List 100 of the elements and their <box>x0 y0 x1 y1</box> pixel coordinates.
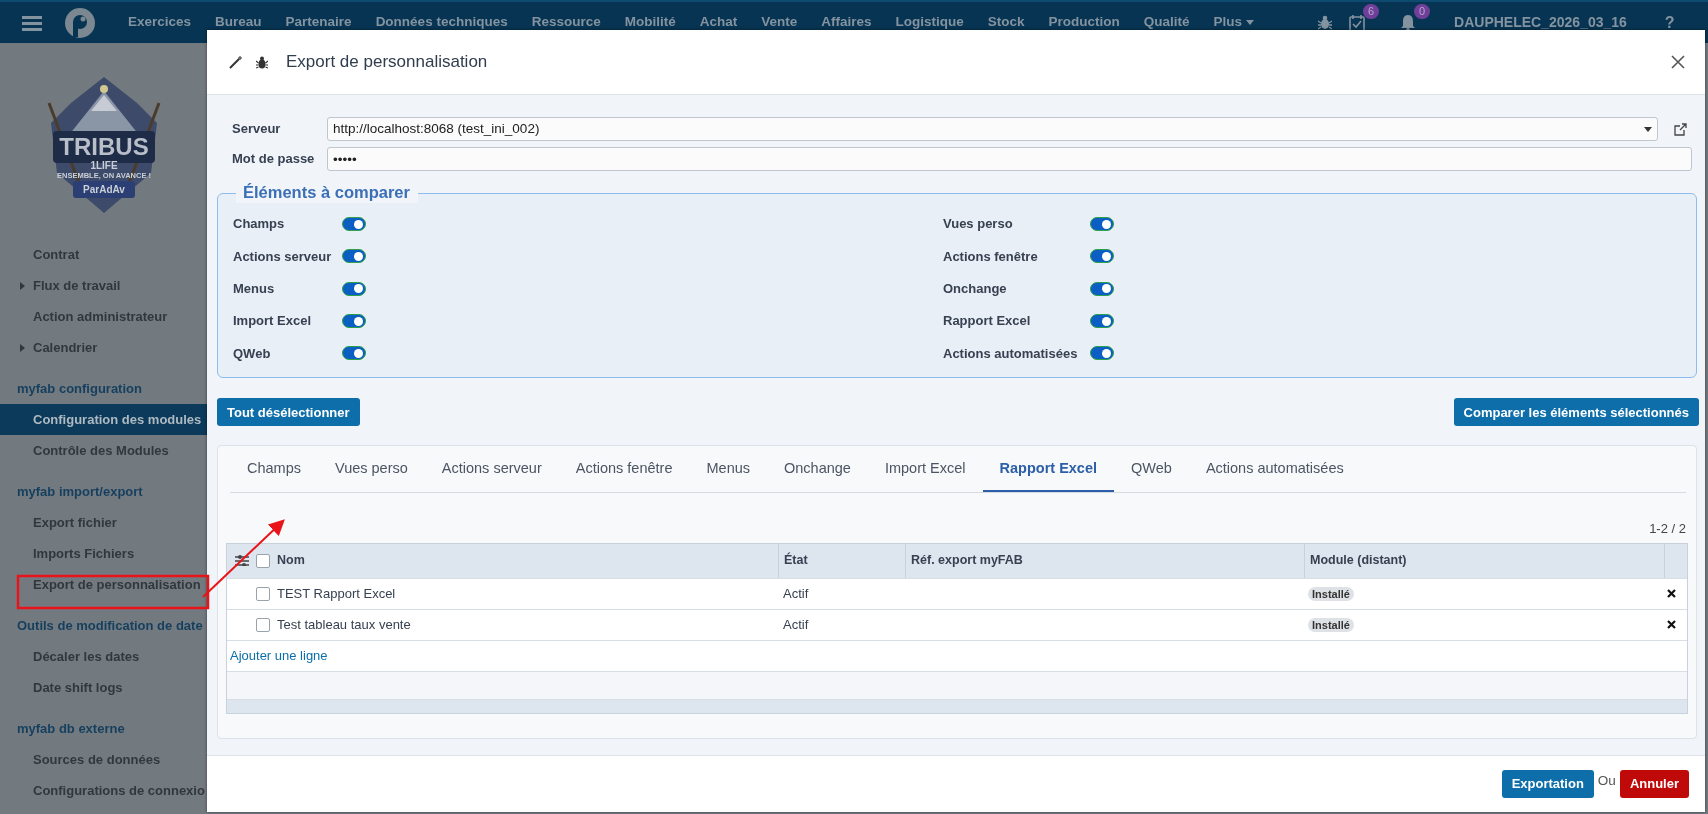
tab[interactable]: Onchange <box>767 446 868 493</box>
external-link-icon[interactable] <box>1674 122 1687 136</box>
cancel-button[interactable]: Annuler <box>1619 770 1689 798</box>
deselect-button[interactable]: Tout désélectionner <box>217 398 360 427</box>
checkbox[interactable] <box>256 586 270 601</box>
toggle-label: Import Excel <box>233 312 313 331</box>
caret-icon <box>20 281 25 290</box>
menu-item[interactable]: Ressource <box>531 12 601 33</box>
column-header: Module (distant) <box>1310 552 1407 570</box>
toggle-switch[interactable] <box>342 346 366 361</box>
sidebar-item[interactable]: Calendrier <box>0 332 207 364</box>
tab[interactable]: Rapport Excel <box>982 446 1115 493</box>
fieldset-legend: Éléments à comparer <box>236 181 418 203</box>
menu-item[interactable]: Stock <box>987 12 1025 33</box>
section-heading: myfab import/export <box>16 483 144 502</box>
table-cell-text: Actif <box>782 617 809 632</box>
close-icon[interactable] <box>1671 55 1685 69</box>
toggle-switch[interactable] <box>1090 249 1114 264</box>
toggle-label: Champs <box>233 215 286 234</box>
table-cell-text: Test tableau taux vente <box>276 617 411 632</box>
dialog-title: Export de personnalisation <box>286 51 488 74</box>
sidebar-item[interactable]: Imports Fichiers <box>0 538 207 570</box>
menu-item[interactable]: Partenaire <box>285 12 352 33</box>
password-field[interactable]: ••••• <box>327 147 1692 171</box>
menu-item[interactable]: Qualité <box>1143 12 1190 33</box>
sidebar-item[interactable]: Sources de données <box>0 744 207 776</box>
toggle-label: Menus <box>233 280 276 298</box>
menu-item[interactable]: Achat <box>699 12 738 33</box>
status-badge: Installé <box>1308 587 1354 601</box>
section-heading: myfab db externe <box>16 720 126 739</box>
compare-button[interactable]: Comparer les éléments sélectionnés <box>1453 398 1699 427</box>
menu-item[interactable]: Vente <box>761 12 798 33</box>
toggle-switch[interactable] <box>1090 281 1114 296</box>
menu-item[interactable]: Affaires <box>821 12 872 33</box>
sidebar-item[interactable]: Contrat <box>0 239 207 271</box>
logo-title: TRIBUS <box>58 133 149 160</box>
tab[interactable]: Actions serveur <box>424 446 559 493</box>
tab[interactable]: Actions fenêtre <box>558 446 690 493</box>
help-button[interactable]: ? <box>1664 10 1675 35</box>
delete-icon[interactable] <box>1667 589 1676 599</box>
sidebar-item[interactable]: Flux de travail <box>0 270 207 302</box>
menu-icon[interactable] <box>22 13 42 32</box>
sidebar-item[interactable]: Configuration des modules <box>0 404 207 436</box>
or-text: Ou <box>1597 771 1616 790</box>
sidebar-item[interactable]: Export fichier <box>0 507 207 539</box>
toggle-switch[interactable] <box>342 249 366 264</box>
delete-icon[interactable] <box>1667 620 1676 630</box>
export-button[interactable]: Exportation <box>1501 770 1594 798</box>
toggle-switch[interactable] <box>342 314 366 329</box>
menu-item[interactable]: Bureau <box>215 12 262 33</box>
toggle-switch[interactable] <box>342 281 366 296</box>
more-menu[interactable]: Plus <box>1213 12 1255 33</box>
table-cell-text: TEST Rapport Excel <box>276 586 396 601</box>
sidebar-item[interactable]: Configurations de connexio <box>0 775 207 807</box>
menu-item[interactable]: Exercices <box>128 12 192 33</box>
section-heading: myfab configuration <box>16 380 143 399</box>
bug-icon[interactable] <box>256 55 268 69</box>
toggle-label: Actions automatisées <box>943 344 1079 363</box>
pager: 1-2 / 2 <box>1648 520 1687 539</box>
wand-icon[interactable] <box>229 55 242 69</box>
toggle-switch[interactable] <box>342 217 366 232</box>
field-label: Mot de passe <box>231 150 316 169</box>
toggle-label: Onchange <box>943 280 1008 298</box>
sidebar-item[interactable]: Date shift logs <box>0 672 207 704</box>
tab[interactable]: Import Excel <box>867 446 983 493</box>
menu-item[interactable]: Données techniques <box>375 12 508 33</box>
menu-item[interactable]: Mobilité <box>624 12 676 33</box>
tab[interactable]: Champs <box>230 446 318 493</box>
server-select[interactable]: http://localhost:8068 (test_ini_002) <box>327 117 1658 141</box>
caret-icon <box>1246 20 1255 25</box>
checkbox[interactable] <box>256 553 270 568</box>
column-settings-icon[interactable] <box>235 555 249 567</box>
toggle-label: Rapport Excel <box>943 312 1032 331</box>
sidebar-item[interactable]: Contrôle des Modules <box>0 435 207 467</box>
column-header: Réf. export myFAB <box>911 552 1023 570</box>
menu-item[interactable]: Production <box>1048 12 1120 33</box>
column-header: État <box>784 551 808 570</box>
add-line-link[interactable]: Ajouter une ligne <box>227 646 328 666</box>
status-badge: Installé <box>1308 618 1354 632</box>
database-name[interactable]: DAUPHELEC_2026_03_16 <box>1454 12 1627 33</box>
tab[interactable]: Actions automatisées <box>1188 446 1361 493</box>
checkbox[interactable] <box>256 617 270 632</box>
table-cell-text: Actif <box>782 586 809 601</box>
tab[interactable]: Menus <box>689 446 767 493</box>
sidebar-item[interactable]: Action administrateur <box>0 301 207 333</box>
section-heading: Outils de modification de date <box>16 617 204 636</box>
calendar-check-icon[interactable] <box>1349 13 1366 32</box>
sidebar-item[interactable]: Export de personnalisation <box>0 569 207 601</box>
sidebar-item[interactable]: Décaler les dates <box>0 641 207 673</box>
toggle-label: QWeb <box>233 344 272 363</box>
toggle-switch[interactable] <box>1090 346 1114 361</box>
tab[interactable]: QWeb <box>1114 446 1189 493</box>
toggle-label: Actions fenêtre <box>943 247 1039 266</box>
toggle-switch[interactable] <box>1090 217 1114 232</box>
tab[interactable]: Vues perso <box>318 446 425 493</box>
app-logo-icon[interactable] <box>64 6 96 39</box>
menu-item[interactable]: Logistique <box>895 12 964 33</box>
column-header: Nom <box>277 553 305 568</box>
toggle-switch[interactable] <box>1090 314 1114 329</box>
bell-icon[interactable] <box>1400 13 1417 32</box>
